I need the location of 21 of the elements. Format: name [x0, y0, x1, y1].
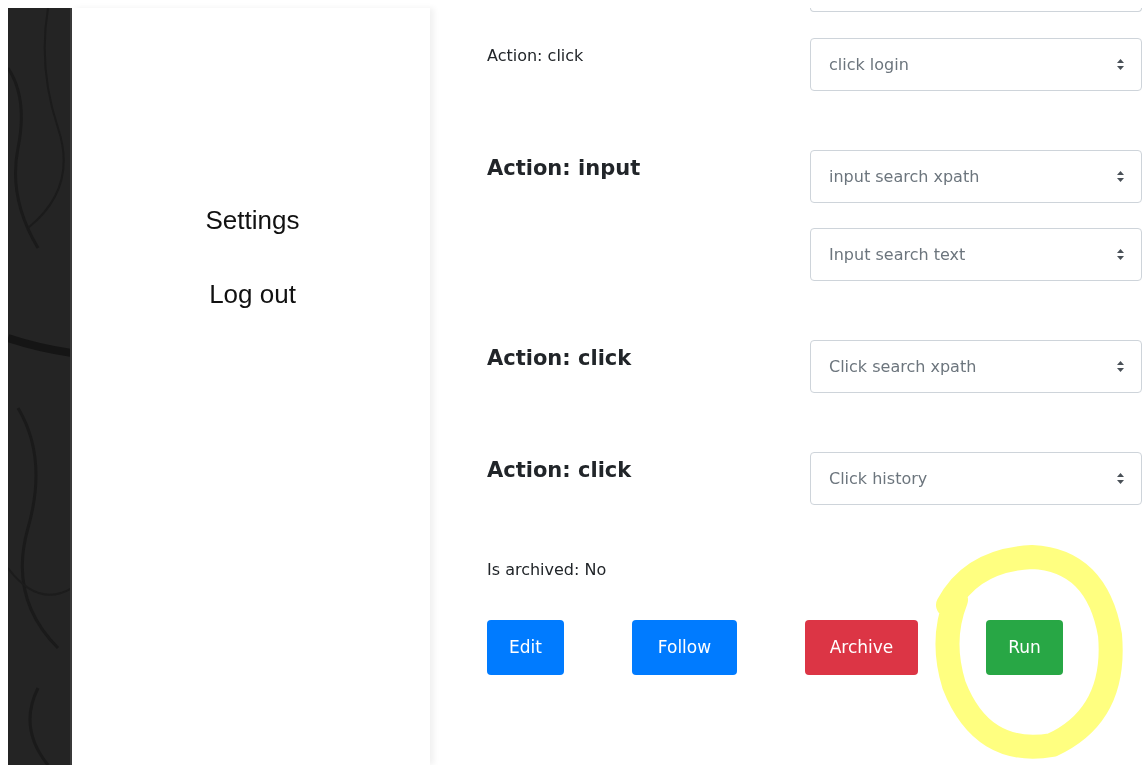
action-label: Action: click: [487, 457, 633, 484]
archived-status: Is archived: No: [487, 559, 608, 581]
sort-icon: [1116, 248, 1125, 261]
action-button[interactable]: Follow: [632, 620, 737, 675]
action-button[interactable]: Edit: [487, 620, 564, 675]
action-label: Action: click: [487, 45, 585, 67]
select-field[interactable]: Click history: [810, 452, 1142, 505]
sidebar-link[interactable]: Log out: [206, 271, 296, 317]
select-field[interactable]: Input search text: [810, 228, 1142, 281]
sidebar-link[interactable]: Settings: [202, 197, 300, 243]
action-label: Action: input: [487, 155, 642, 182]
sort-icon: [1116, 170, 1125, 183]
sort-icon: [1116, 360, 1125, 373]
sort-icon: [1116, 472, 1125, 485]
select-field[interactable]: click login: [810, 38, 1142, 91]
select-field[interactable]: Click search xpath: [810, 340, 1142, 393]
select-field[interactable]: input search xpath: [810, 150, 1142, 203]
sort-icon: [1116, 58, 1125, 71]
action-button[interactable]: Archive: [805, 620, 918, 675]
action-label: Action: click: [487, 345, 633, 372]
action-button[interactable]: Run: [986, 620, 1063, 675]
